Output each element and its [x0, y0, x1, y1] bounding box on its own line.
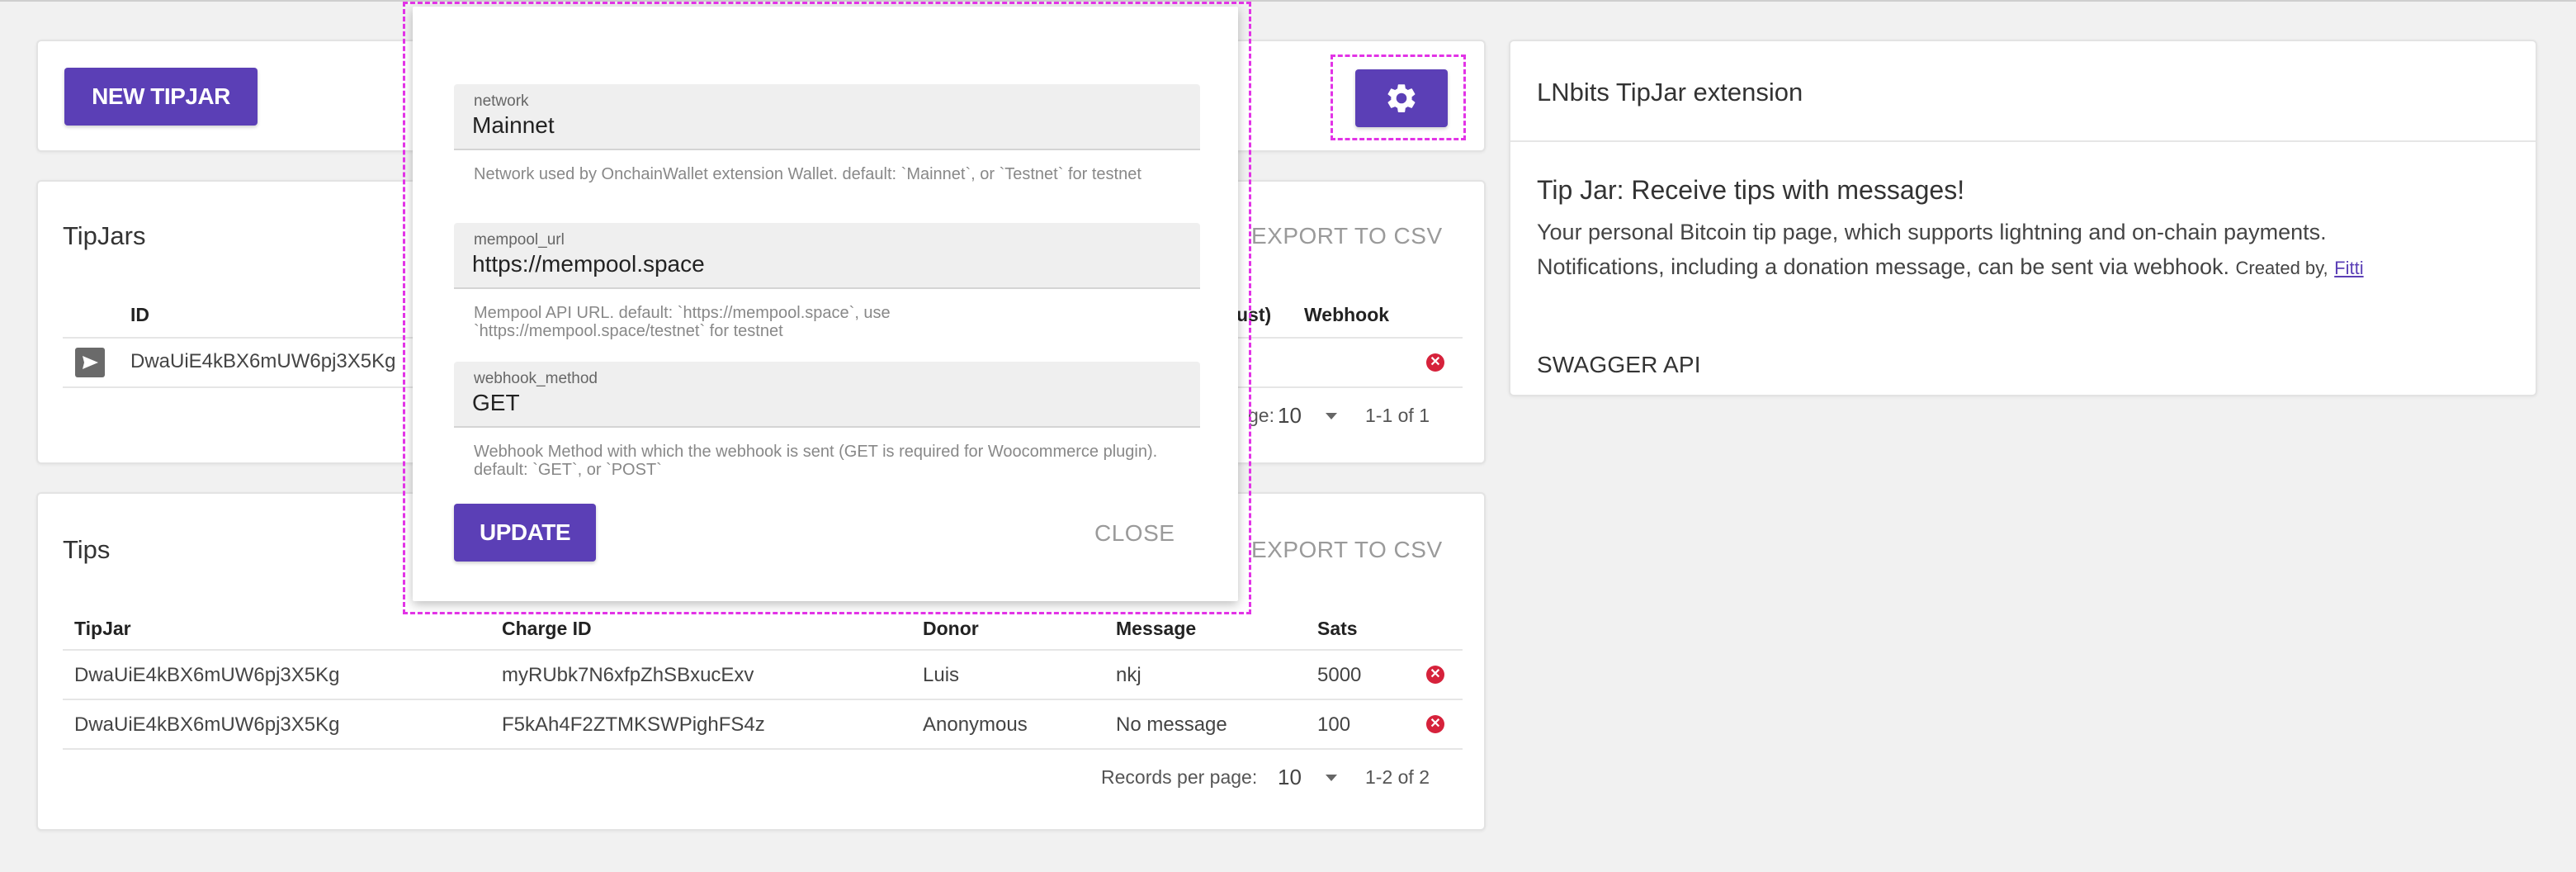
mempool-url-field[interactable]: mempool_url: [454, 223, 1200, 289]
tipjars-title: TipJars: [63, 221, 146, 250]
tips-row-divider: [63, 699, 1463, 700]
info-divider: [1510, 140, 2536, 142]
tipjars-export-button[interactable]: EXPORT TO CSV: [1251, 223, 1443, 249]
info-description: Your personal Bitcoin tip page, which su…: [1537, 215, 2511, 286]
tips-range: 1-2 of 2: [1365, 766, 1430, 788]
tipjars-records-per-page-label: ge:: [1248, 405, 1274, 426]
new-tipjar-button[interactable]: NEW TIPJAR: [64, 68, 258, 126]
tip-sats: 100: [1317, 713, 1351, 736]
tips-col-sats: Sats: [1317, 618, 1358, 639]
chevron-down-icon[interactable]: [1326, 413, 1337, 419]
tip-tipjar: DwaUiE4kBX6mUW6pj3X5Kg: [74, 713, 340, 736]
info-heading: Tip Jar: Receive tips with messages!: [1537, 175, 1965, 205]
delete-icon[interactable]: ✕: [1426, 666, 1444, 684]
info-line-1: Your personal Bitcoin tip page, which su…: [1537, 220, 2327, 244]
network-hint: Network used by OnchainWallet extension …: [474, 165, 1141, 183]
info-card-title: LNbits TipJar extension: [1537, 78, 1803, 107]
network-input[interactable]: [472, 112, 1174, 139]
tips-export-button[interactable]: EXPORT TO CSV: [1251, 537, 1443, 563]
tip-charge-id: myRUbk7N6xfpZhSBxucExv: [502, 664, 754, 686]
mempool-url-input[interactable]: [472, 251, 1174, 277]
delete-icon[interactable]: ✕: [1426, 715, 1444, 733]
info-card: LNbits TipJar extension Tip Jar: Receive…: [1509, 40, 2537, 396]
info-line-2: Notifications, including a donation mess…: [1537, 249, 2511, 286]
mempool-url-hint: Mempool API URL. default: `https://mempo…: [474, 304, 891, 340]
tip-sats: 5000: [1317, 664, 1362, 686]
tips-row-divider: [63, 748, 1463, 750]
settings-button[interactable]: [1355, 69, 1448, 127]
webhook-method-field[interactable]: webhook_method: [454, 362, 1200, 428]
network-field-label: network: [474, 92, 529, 110]
tips-col-message: Message: [1116, 618, 1197, 639]
webhook-method-hint: Webhook Method with which the webhook is…: [474, 443, 1158, 479]
tip-message: No message: [1116, 713, 1227, 736]
created-by-label: Created by,: [2235, 258, 2328, 278]
tips-title: Tips: [63, 535, 111, 564]
tipjars-col-amount: ust): [1236, 304, 1272, 325]
webhook-method-input[interactable]: [472, 390, 1174, 416]
webhook-method-field-label: webhook_method: [474, 370, 598, 387]
tip-donor: Anonymous: [923, 713, 1028, 736]
top-border: [0, 0, 2576, 2]
tipjars-records-per-page-select[interactable]: 10: [1278, 403, 1302, 429]
tipjar-id: DwaUiE4kBX6mUW6pj3X5Kg: [130, 350, 396, 372]
tipjars-col-id: ID: [130, 304, 149, 325]
tips-col-donor: Donor: [923, 618, 979, 639]
tip-donor: Luis: [923, 664, 960, 686]
mempool-url-field-label: mempool_url: [474, 231, 565, 249]
delete-icon[interactable]: ✕: [1426, 353, 1444, 372]
tips-records-per-page-select[interactable]: 10: [1278, 765, 1302, 790]
tipjars-col-webhook: Webhook: [1304, 304, 1390, 325]
info-line-2-text: Notifications, including a donation mess…: [1537, 254, 2230, 279]
network-field[interactable]: network: [454, 84, 1200, 150]
author-link[interactable]: Fitti: [2334, 258, 2363, 278]
gear-icon: [1387, 84, 1416, 112]
close-button[interactable]: CLOSE: [1094, 520, 1175, 547]
tips-col-tipjar: TipJar: [74, 618, 131, 639]
tips-header-divider: [63, 649, 1463, 651]
tips-col-charge-id: Charge ID: [502, 618, 592, 639]
send-icon[interactable]: [74, 347, 106, 378]
tipjars-range: 1-1 of 1: [1365, 405, 1430, 426]
tip-message: nkj: [1116, 664, 1141, 686]
chevron-down-icon[interactable]: [1326, 775, 1337, 781]
settings-dialog: network Network used by OnchainWallet ex…: [413, 7, 1238, 601]
tip-tipjar: DwaUiE4kBX6mUW6pj3X5Kg: [74, 664, 340, 686]
tip-charge-id: F5kAh4F2ZTMKSWPighFS4z: [502, 713, 765, 736]
tips-records-per-page-label: Records per page:: [1101, 766, 1258, 788]
swagger-api-button[interactable]: SWAGGER API: [1537, 352, 1701, 378]
update-button[interactable]: UPDATE: [454, 504, 596, 562]
